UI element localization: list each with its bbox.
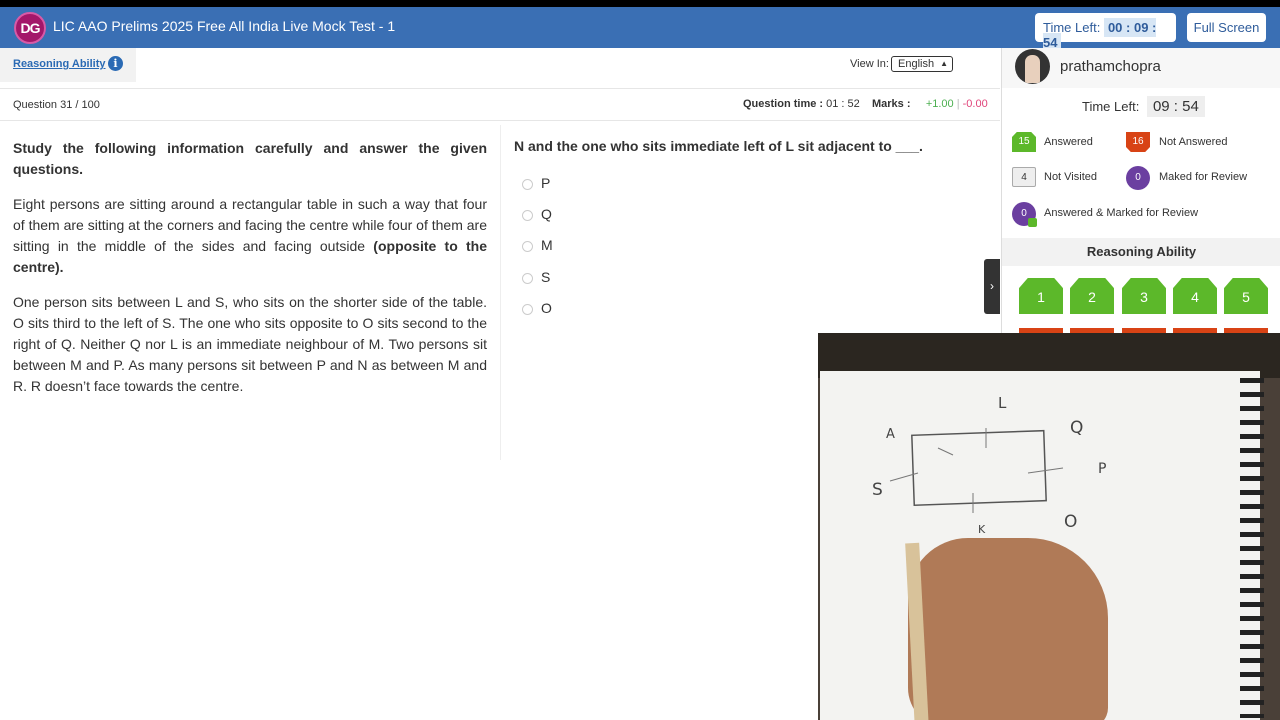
answered-label: Answered	[1044, 136, 1093, 148]
question-button-2[interactable]: 2	[1070, 278, 1114, 314]
info-icon[interactable]: i	[108, 56, 123, 71]
time-left-box: Time Left: 00 : 09 : 54	[1035, 13, 1176, 52]
marks-label: Marks :	[872, 98, 911, 110]
marks-negative: -0.00	[962, 98, 988, 110]
hand	[908, 538, 1108, 720]
radio-button[interactable]	[522, 272, 533, 284]
avatar	[1015, 49, 1050, 84]
option-label: P	[541, 175, 551, 191]
marked-review-label: Maked for Review	[1159, 171, 1248, 183]
username: prathamchopra	[1060, 58, 1161, 75]
question-time-value: 01 : 52	[826, 98, 860, 110]
view-in-label: View In:	[850, 58, 889, 70]
top-strip	[0, 0, 1280, 7]
sketch-label-o: O	[1064, 512, 1077, 532]
answered-marked-label: Answered & Marked for Review	[1044, 207, 1199, 219]
radio-button[interactable]	[522, 178, 533, 190]
question-button-3[interactable]: 3	[1122, 278, 1166, 314]
radio-button[interactable]	[522, 209, 533, 221]
passage-heading: Study the following information carefull…	[13, 140, 487, 177]
panel-time-label: Time Left:	[1082, 99, 1140, 114]
collapse-panel-button[interactable]: ›	[984, 259, 1000, 314]
language-select[interactable]: English ▲	[891, 56, 953, 72]
question-number: Question 31 / 100	[13, 99, 100, 111]
option-label: M	[541, 237, 553, 253]
passage-paragraph-2: One person sits between L and S, who sit…	[13, 294, 487, 394]
option-label: S	[541, 269, 551, 285]
radio-button[interactable]	[522, 303, 533, 315]
sketch-label-k: K	[978, 523, 986, 536]
answered-marked-count: 0	[1021, 208, 1027, 219]
divider	[0, 88, 1000, 89]
question-button-5[interactable]: 5	[1224, 278, 1268, 314]
marks-positive: +1.00	[925, 98, 954, 110]
language-select-value: English	[898, 58, 935, 70]
marks-separator: |	[956, 98, 960, 110]
notebook-spiral	[1240, 378, 1264, 718]
question-time-label: Question time :	[743, 98, 824, 110]
brand-logo: DG	[14, 12, 46, 44]
answered-badge: 15	[1012, 132, 1036, 152]
sketch-label-a: A	[886, 427, 895, 442]
section-tab[interactable]: Reasoning Ability i	[0, 48, 136, 82]
option-p[interactable]: P	[522, 175, 550, 191]
sketch-label-s: S	[872, 480, 883, 500]
webcam-video-overlay: L Q A S O P K	[818, 333, 1280, 720]
user-info: prathamchopra	[1002, 48, 1280, 88]
not-answered-badge: 16	[1126, 132, 1150, 152]
question-button-4[interactable]: 4	[1173, 278, 1217, 314]
panel-time-left: Time Left: 09 : 54	[1082, 96, 1205, 117]
panel-time-value: 09 : 54	[1146, 96, 1205, 117]
select-arrows-icon: ▲	[940, 59, 948, 68]
question-passage: Study the following information carefull…	[13, 138, 487, 411]
palette-section-title: Reasoning Ability	[1002, 238, 1280, 266]
option-label: O	[541, 300, 552, 316]
question-text: N and the one who sits immediate left of…	[514, 138, 923, 154]
marked-review-badge: 0	[1126, 166, 1150, 190]
passage-paragraph-1: Eight persons are sitting around a recta…	[13, 194, 487, 278]
app-header: DG LIC AAO Prelims 2025 Free All India L…	[0, 7, 1280, 52]
option-m[interactable]: M	[522, 237, 553, 253]
option-label: Q	[541, 206, 552, 222]
not-visited-label: Not Visited	[1044, 171, 1097, 183]
column-separator	[500, 125, 501, 460]
sketch-label-p: P	[1098, 461, 1106, 477]
question-time-marks: Question time : 01 : 52 Marks : +1.00 | …	[743, 98, 988, 110]
question-button-1[interactable]: 1	[1019, 278, 1063, 314]
test-title: LIC AAO Prelims 2025 Free All India Live…	[53, 18, 396, 34]
section-tab-label[interactable]: Reasoning Ability	[13, 58, 106, 70]
full-screen-button[interactable]: Full Screen	[1187, 13, 1266, 42]
sketch-label-l: L	[998, 394, 1007, 412]
answered-marked-badge: 0	[1012, 202, 1037, 227]
divider	[0, 120, 1000, 121]
not-answered-label: Not Answered	[1159, 136, 1228, 148]
not-visited-badge: 4	[1012, 167, 1036, 187]
question-palette-panel: prathamchopra Time Left: 09 : 54 15 Answ…	[1001, 48, 1280, 338]
option-s[interactable]: S	[522, 269, 550, 285]
option-q[interactable]: Q	[522, 206, 552, 222]
radio-button[interactable]	[522, 240, 533, 252]
option-o[interactable]: O	[522, 300, 552, 316]
sketch-label-q: Q	[1070, 418, 1083, 438]
